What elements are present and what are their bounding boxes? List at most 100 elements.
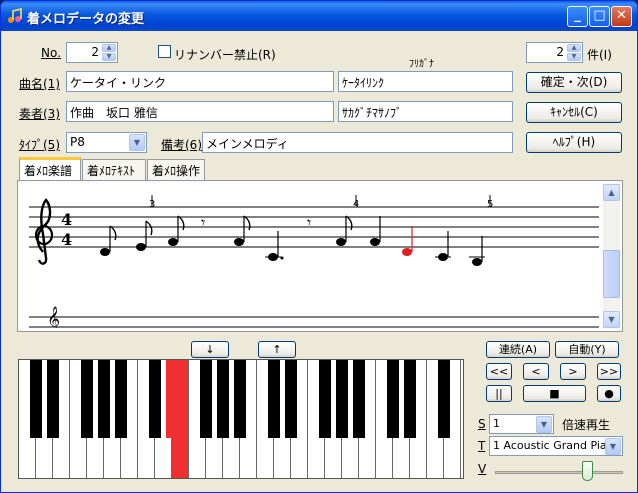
volume-label: V	[478, 462, 487, 476]
time-sig-bottom: 4	[61, 230, 72, 249]
help-button[interactable]: ﾍﾙﾌﾟ(H)	[526, 132, 622, 153]
piano-keyboard[interactable]	[18, 359, 464, 479]
note-head	[370, 216, 381, 246]
staff-svg: 4 4 3 4 5 𝄾𝄾 𝄞	[29, 195, 599, 328]
octave-down-button[interactable]: ↓	[191, 341, 229, 358]
music-score: 4 4 3 4 5 𝄾𝄾 𝄞	[21, 184, 599, 328]
spin-up-icon[interactable]: ▲	[567, 44, 581, 52]
speed-label: S	[478, 417, 486, 431]
no-spinner[interactable]: 2 ▲ ▼	[66, 42, 118, 63]
note-head	[265, 231, 284, 261]
black-key[interactable]	[285, 360, 297, 438]
title-bar: 着メロデータの変更 _ □ ✕	[1, 1, 637, 31]
black-key[interactable]	[404, 360, 416, 438]
count-label: 件(I)	[587, 48, 612, 62]
edit-ringtone-dialog: 着メロデータの変更 _ □ ✕ No. 2 ▲ ▼ リナンバー禁止(R) ﾌﾘｶﾞ…	[0, 0, 638, 493]
black-key[interactable]	[353, 360, 365, 438]
black-key[interactable]	[149, 360, 161, 438]
window-title: 着メロデータの変更	[27, 12, 145, 27]
black-key[interactable]	[234, 360, 246, 438]
note-head	[402, 226, 413, 256]
type-select[interactable]: P8 ▼	[66, 132, 147, 153]
furigana-header: ﾌﾘｶﾞﾅ	[409, 59, 434, 70]
octave-up-button[interactable]: ↑	[258, 341, 296, 358]
type-label: ﾀｲﾌﾟ(5)	[19, 138, 60, 152]
close-button[interactable]: ✕	[611, 6, 632, 27]
note-head	[435, 231, 451, 261]
note-head	[234, 215, 251, 246]
black-key[interactable]	[217, 360, 229, 438]
auto-button[interactable]: 自動(Y)	[555, 341, 619, 358]
stop-button[interactable]: ■	[523, 385, 586, 402]
tab-operation[interactable]: 着ﾒﾛ操作	[147, 159, 205, 180]
continuous-button[interactable]: 連続(A)	[486, 341, 550, 358]
artist-input[interactable]: 作曲 坂口 雅信	[66, 101, 334, 122]
speed-select[interactable]: 1 ▼	[489, 414, 554, 434]
maximize-button[interactable]: □	[589, 6, 610, 27]
scroll-down-icon[interactable]: ▼	[603, 311, 620, 328]
music-note-icon	[8, 8, 22, 23]
score-panel: 4 4 3 4 5 𝄾𝄾 𝄞 ▲ ▼	[17, 180, 623, 332]
confirm-next-button[interactable]: 確定・次(D)	[526, 72, 622, 93]
eighth-rest-icon: 𝄾	[307, 213, 311, 232]
scroll-thumb[interactable]	[603, 250, 620, 298]
treble-clef-icon	[34, 198, 54, 265]
note-head	[168, 215, 185, 246]
note-head	[469, 236, 485, 266]
time-sig-top: 4	[61, 210, 72, 229]
spin-down-icon[interactable]: ▼	[567, 53, 581, 61]
spin-up-icon[interactable]: ▲	[102, 44, 116, 52]
black-key[interactable]	[336, 360, 348, 438]
tone-value: 1 Acoustic Grand Piano	[493, 439, 621, 452]
tone-select[interactable]: 1 Acoustic Grand Piano ▼	[489, 436, 623, 456]
black-key[interactable]	[438, 360, 450, 438]
title-kana-input[interactable]: ｹｰﾀｲﾘﾝｸ	[338, 71, 513, 92]
record-button[interactable]: ●	[597, 385, 621, 402]
pause-button[interactable]: ||	[486, 385, 512, 402]
artist-label: 奏者(3)	[19, 107, 60, 121]
speed-value: 1	[493, 417, 500, 430]
chevron-down-icon[interactable]: ▼	[536, 416, 552, 433]
black-key[interactable]	[387, 360, 399, 438]
treble-clef-second-staff: 𝄞	[47, 306, 60, 328]
black-key[interactable]	[98, 360, 110, 438]
note-head	[336, 215, 353, 246]
note-label: 備考(6)	[161, 138, 202, 152]
next-button[interactable]: >	[560, 363, 586, 380]
cancel-button[interactable]: ｷｬﾝｾﾙ(C)	[526, 102, 622, 123]
renumber-label: リナンバー禁止(R)	[174, 48, 276, 62]
volume-slider-track[interactable]	[495, 471, 623, 474]
no-label: No.	[41, 46, 61, 60]
tab-text[interactable]: 着ﾒﾛﾃｷｽﾄ	[82, 159, 146, 180]
volume-slider-thumb[interactable]	[582, 461, 593, 481]
chevron-down-icon[interactable]: ▼	[605, 438, 621, 455]
black-key[interactable]	[268, 360, 280, 438]
no-value: 2	[91, 45, 99, 59]
black-key[interactable]	[319, 360, 331, 438]
chevron-down-icon[interactable]: ▼	[129, 134, 145, 151]
black-key[interactable]	[30, 360, 42, 438]
title-label: 曲名(1)	[19, 77, 60, 91]
first-button[interactable]: <<	[486, 363, 512, 380]
black-key[interactable]	[200, 360, 212, 438]
black-key[interactable]	[115, 360, 127, 438]
note-input[interactable]: メインメロディ	[202, 132, 513, 153]
eighth-rest-icon: 𝄾	[201, 213, 205, 232]
tab-score[interactable]: 着ﾒﾛ楽譜	[19, 157, 81, 181]
black-key[interactable]	[81, 360, 93, 438]
renumber-checkbox[interactable]	[158, 45, 171, 58]
scroll-up-icon[interactable]: ▲	[603, 184, 620, 201]
score-scrollbar[interactable]: ▲ ▼	[603, 184, 620, 328]
type-value: P8	[70, 135, 85, 149]
tone-label: T	[478, 439, 486, 453]
last-button[interactable]: >>	[597, 363, 621, 380]
black-key[interactable]	[47, 360, 59, 438]
count-spinner[interactable]: 2 ▲ ▼	[526, 42, 583, 63]
black-key[interactable]	[166, 360, 178, 438]
minimize-button[interactable]: _	[567, 6, 588, 27]
artist-kana-input[interactable]: ｻｶｸﾞﾁﾏｻﾉﾌﾞ	[338, 101, 513, 122]
prev-button[interactable]: <	[523, 363, 549, 380]
spin-down-icon[interactable]: ▼	[102, 53, 116, 61]
notes: 𝄾 𝄾	[100, 213, 485, 266]
title-input[interactable]: ケータイ・リンク	[66, 71, 334, 92]
